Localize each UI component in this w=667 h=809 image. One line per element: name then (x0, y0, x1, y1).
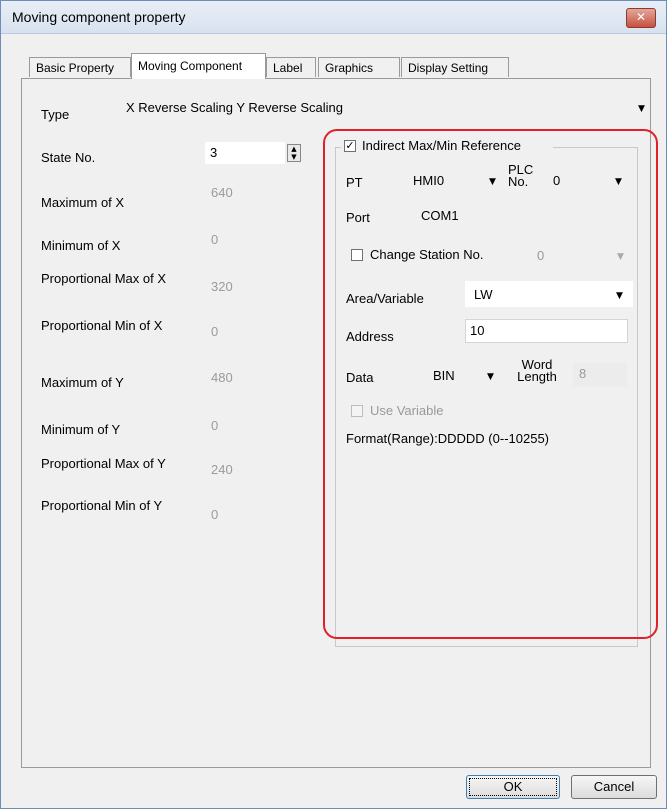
data-label: Data (346, 370, 374, 385)
indirect-reference-label: Indirect Max/Min Reference (362, 138, 521, 153)
cancel-button[interactable]: Cancel (571, 775, 657, 799)
chevron-down-icon: ▼ (487, 372, 494, 382)
proportional-max-of-x-field: 320 (205, 276, 301, 300)
port-label: Port (346, 210, 370, 225)
data-value: BIN (433, 368, 455, 383)
maximum-of-x-label: Maximum of X (41, 195, 125, 210)
proportional-min-of-y-field: 0 (205, 504, 301, 528)
chevron-down-icon: ▼ (616, 291, 623, 301)
state-no-input[interactable]: 3 (205, 142, 285, 164)
maximum-of-y-field: 480 (205, 367, 301, 391)
plc-no-select[interactable]: 0 ▼ (553, 167, 633, 191)
word-length-field: 8 (573, 363, 627, 387)
spin-updown-icon[interactable]: ▲ ▼ (287, 144, 301, 162)
tab-display-setting[interactable]: Display Setting (401, 57, 509, 77)
data-select[interactable]: BIN ▼ (427, 363, 505, 387)
maximum-of-y-label: Maximum of Y (41, 375, 124, 390)
use-variable-checkbox: Use Variable (351, 402, 471, 420)
change-station-select[interactable]: 0 ▼ (529, 245, 631, 267)
chevron-down-icon: ▼ (489, 177, 496, 187)
type-label: Type (41, 107, 70, 122)
plc-no-value: 0 (553, 173, 561, 188)
use-variable-label: Use Variable (370, 403, 444, 418)
tab-label[interactable]: Label (266, 57, 316, 77)
address-label: Address (346, 329, 394, 344)
change-station-value: 0 (537, 248, 545, 263)
area-variable-value: LW (474, 287, 493, 302)
dialog-window: Moving component property ✕ Basic Proper… (0, 0, 667, 809)
indirect-reference-group (335, 147, 638, 647)
chevron-down-icon: ▼ (638, 104, 645, 114)
checkbox-icon (351, 405, 363, 417)
title-bar[interactable]: Moving component property ✕ (1, 1, 666, 34)
tab-moving-component[interactable]: Moving Component (131, 53, 266, 79)
pt-select[interactable]: HMI0 ▼ (413, 167, 505, 191)
proportional-max-of-x-label: Proportional Max of X (41, 271, 167, 286)
minimum-of-x-label: Minimum of X (41, 238, 121, 253)
change-station-label: Change Station No. (370, 247, 484, 262)
type-value: X Reverse Scaling Y Reverse Scaling (126, 100, 344, 115)
area-variable-label: Area/Variable (346, 291, 424, 306)
minimum-of-y-field: 0 (205, 415, 301, 439)
minimum-of-x-field: 0 (205, 229, 301, 253)
tab-basic-property[interactable]: Basic Property (29, 57, 131, 77)
state-no-value: 3 (210, 145, 218, 160)
plc-no-label: PLC No. (508, 162, 534, 189)
pt-value: HMI0 (413, 173, 445, 188)
area-variable-select[interactable]: LW ▼ (465, 281, 633, 307)
maximum-of-x-field: 640 (205, 182, 301, 206)
proportional-max-of-y-field: 240 (205, 459, 301, 483)
chevron-down-icon: ▼ (617, 252, 624, 262)
address-input[interactable]: 10 (465, 319, 628, 343)
word-length-label: Word Length (517, 357, 557, 384)
close-icon[interactable]: ✕ (626, 8, 656, 28)
address-value: 10 (470, 323, 485, 338)
proportional-max-of-y-label: Proportional Max of Y (41, 456, 166, 471)
proportional-min-of-x-label: Proportional Min of X (41, 318, 163, 333)
tab-graphics[interactable]: Graphics (318, 57, 400, 77)
chevron-down-icon: ▼ (615, 177, 622, 187)
ok-button[interactable]: OK (466, 775, 560, 799)
checkbox-icon (351, 249, 363, 261)
proportional-min-of-x-field: 0 (205, 321, 301, 345)
port-value: COM1 (421, 208, 459, 223)
minimum-of-y-label: Minimum of Y (41, 422, 121, 437)
checkmark-icon: ✓ (344, 139, 356, 152)
window-title: Moving component property (12, 9, 186, 25)
type-select[interactable]: X Reverse Scaling Y Reverse Scaling ▼ (126, 97, 648, 119)
state-no-label: State No. (41, 150, 96, 165)
indirect-reference-checkbox[interactable]: ✓ Indirect Max/Min Reference (341, 138, 553, 156)
change-station-checkbox[interactable]: Change Station No. (351, 246, 501, 264)
pt-label: PT (346, 175, 363, 190)
proportional-min-of-y-label: Proportional Min of Y (41, 498, 163, 513)
format-range-text: Format(Range):DDDDD (0--10255) (346, 431, 549, 446)
